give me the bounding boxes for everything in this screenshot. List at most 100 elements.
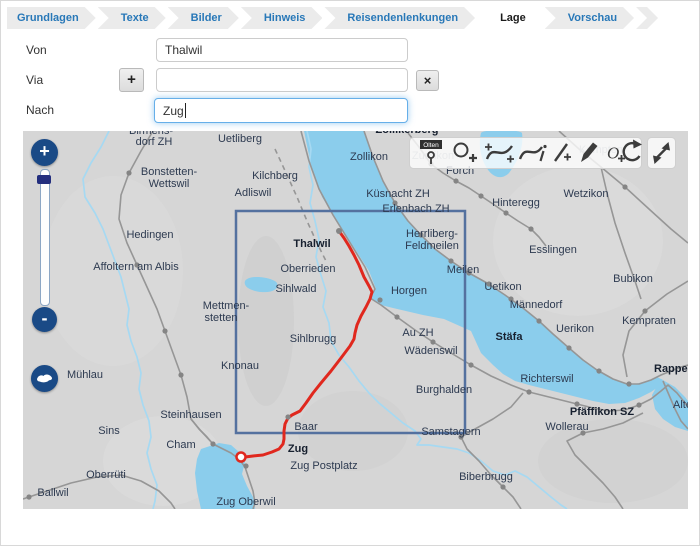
map-label: Bubikon — [613, 273, 653, 285]
map-toolbar: Olten — [409, 137, 679, 169]
map-label: Sins — [98, 425, 120, 437]
map-label: Meilen — [447, 264, 479, 276]
map-label: Uetliberg — [218, 133, 262, 145]
station-dot — [394, 314, 399, 319]
station-dot — [468, 362, 473, 367]
von-input[interactable] — [156, 38, 408, 62]
station-dot — [500, 484, 505, 489]
map-label: Uerikon — [556, 323, 594, 335]
text-cursor — [185, 103, 186, 118]
route-start-station — [336, 228, 342, 234]
map-label: Kempraten — [622, 315, 676, 327]
station-dot — [448, 258, 453, 263]
station-dot — [528, 226, 533, 231]
map-canvas[interactable]: Birmens-dorf ZHUetlibergZollikerbergZoll… — [23, 131, 688, 509]
map-label: Cham — [166, 439, 195, 451]
map-label: Horgen — [391, 285, 427, 297]
switzerland-icon — [31, 365, 58, 392]
map-label: Feldmeilen — [405, 240, 459, 252]
page: Grundlagen Texte Bilder Hinweis Reisende… — [0, 0, 700, 546]
map-label: Au ZH — [402, 327, 433, 339]
via-input[interactable] — [156, 68, 408, 92]
tab-bilder[interactable]: Bilder — [168, 7, 239, 29]
map-label: Mühlau — [67, 369, 103, 381]
map-label: Herrliberg- — [406, 228, 458, 240]
map-label: Rapperswil — [654, 363, 688, 375]
station-dot — [478, 193, 483, 198]
map-label: Küsnacht ZH — [366, 188, 430, 200]
map-label: Adliswil — [235, 187, 272, 199]
station-dot — [162, 328, 167, 333]
map-label: Steinhausen — [160, 409, 221, 421]
station-dot — [596, 368, 601, 373]
svg-text:Olten: Olten — [423, 142, 439, 149]
map-label: Wädenswil — [404, 345, 457, 357]
map-label: Zug Postplatz — [290, 460, 357, 472]
clear-via-button[interactable]: × — [416, 70, 439, 91]
station-dot — [626, 381, 631, 386]
map-label: Bonstetten- — [141, 166, 198, 178]
map-label: Hedingen — [126, 229, 173, 241]
station-dot — [453, 178, 458, 183]
station-dot — [642, 308, 647, 313]
station-dot — [566, 345, 571, 350]
map-label: Burghalden — [416, 384, 472, 396]
map-label: Kilchberg — [252, 170, 298, 182]
map-label: Thalwil — [293, 238, 330, 250]
road — [461, 393, 523, 509]
map-label: Wetzikon — [563, 188, 608, 200]
map-label: dorf ZH — [136, 136, 173, 148]
zoom-out-button[interactable]: - — [32, 307, 57, 332]
via-label: Via — [26, 73, 43, 87]
map-label: Zollikerberg — [376, 131, 439, 136]
tab-lage[interactable]: Lage — [477, 7, 543, 29]
switzerland-home-button[interactable] — [31, 365, 58, 392]
map-label: Hinteregg — [492, 197, 540, 209]
map-label: stetten — [204, 312, 237, 324]
zoom-in-button[interactable]: + — [31, 139, 58, 166]
map-label: Oberrüti — [86, 469, 126, 481]
station-dot — [126, 170, 131, 175]
map-label: Esslingen — [529, 244, 577, 256]
map-label: Uetikon — [484, 281, 521, 293]
station-dot — [377, 297, 382, 302]
map-label: Biberbrugg — [459, 471, 513, 483]
tab-hinweis[interactable]: Hinweis — [241, 7, 323, 29]
station-dot — [178, 372, 183, 377]
map-label: Samstagern — [421, 426, 480, 438]
map-label: Zug Oberwil — [216, 496, 275, 508]
route-end-marker[interactable] — [237, 453, 246, 462]
tab-texte[interactable]: Texte — [98, 7, 166, 29]
station-dot — [430, 339, 435, 344]
map-label: Wettswil — [149, 178, 190, 190]
tab-grundlagen[interactable]: Grundlagen — [7, 7, 96, 29]
map-label: Stäfa — [496, 331, 524, 343]
route-mid-station — [285, 414, 290, 419]
map-label: Zug — [288, 443, 308, 455]
von-label: Von — [26, 43, 47, 57]
map-label: Richterswil — [520, 373, 573, 385]
tab-reisendenlenkungen[interactable]: Reisendenlenkungen — [324, 7, 475, 29]
svg-text:O: O — [607, 144, 619, 163]
zoom-slider-handle[interactable] — [37, 175, 51, 184]
nach-label: Nach — [26, 103, 54, 117]
map-label: Pfäffikon SZ — [570, 406, 634, 418]
map-label: Oberrieden — [280, 263, 335, 275]
map-label: Ballwil — [37, 487, 68, 499]
tab-vorschau[interactable]: Vorschau — [545, 7, 634, 29]
station-dot — [243, 463, 248, 468]
map-label: Sihlwald — [276, 283, 317, 295]
breadcrumb: Grundlagen Texte Bilder Hinweis Reisende… — [7, 7, 658, 29]
station-dot — [503, 210, 508, 215]
station-dot — [26, 494, 31, 499]
map-label: Mettmen- — [203, 300, 250, 312]
station-dot — [536, 318, 541, 323]
map-svg[interactable]: Birmens-dorf ZHUetlibergZollikerbergZoll… — [23, 131, 688, 509]
map-label: Altendorf — [673, 399, 688, 411]
map-label: Erlenbach ZH — [382, 203, 449, 215]
nach-input[interactable] — [154, 98, 408, 123]
zoom-slider-track[interactable] — [40, 169, 50, 306]
add-via-button[interactable]: + — [119, 68, 144, 92]
station-dot — [622, 184, 627, 189]
map-label: Affoltern am Albis — [93, 261, 179, 273]
